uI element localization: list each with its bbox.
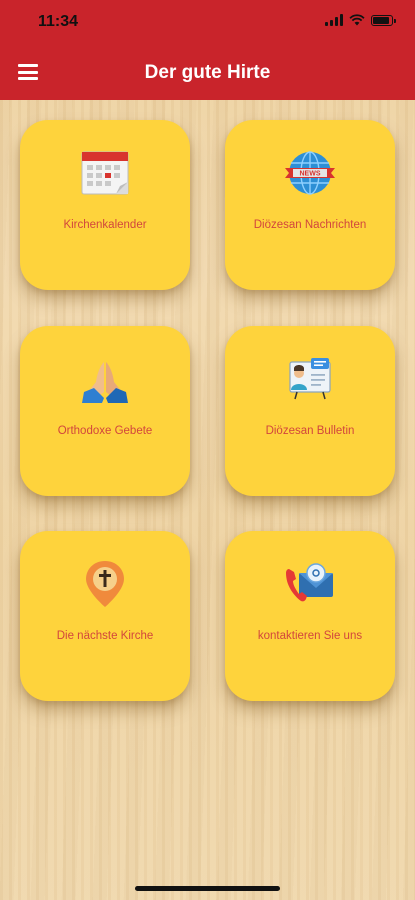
battery-level bbox=[373, 16, 389, 24]
svg-text:NEWS: NEWS bbox=[300, 171, 321, 178]
tile-label: Diözesan Bulletin bbox=[265, 425, 355, 437]
app-header: 11:34 Der gute Hirte bbox=[0, 0, 415, 100]
status-bar: 11:34 bbox=[0, 0, 415, 44]
contact-phone-mail-icon bbox=[286, 563, 333, 602]
news-globe-icon: NEWS bbox=[285, 151, 335, 195]
tile-kontaktieren-sie-uns[interactable]: kontaktieren Sie uns bbox=[225, 531, 395, 701]
battery-icon bbox=[371, 14, 396, 26]
tile-orthodoxe-gebete[interactable]: Orthodoxe Gebete bbox=[20, 326, 190, 496]
praying-hands-icon bbox=[82, 362, 128, 403]
status-time: 11:34 bbox=[38, 13, 79, 30]
tile-label: Kirchenkalender bbox=[63, 219, 147, 231]
calendar-icon bbox=[81, 151, 129, 195]
tile-label: Orthodoxe Gebete bbox=[57, 425, 153, 437]
tile-die-naechste-kirche[interactable]: Die nächste Kirche bbox=[20, 531, 190, 701]
tile-kirchenkalender[interactable]: Kirchenkalender bbox=[20, 120, 190, 290]
tile-dioezesan-nachrichten[interactable]: NEWS Diözesan Nachrichten bbox=[225, 120, 395, 290]
church-location-pin-icon bbox=[86, 561, 124, 607]
tile-label: Diözesan Nachrichten bbox=[253, 219, 367, 231]
tile-dioezesan-bulletin[interactable]: Diözesan Bulletin bbox=[225, 326, 395, 496]
page-title: Der gute Hirte bbox=[144, 62, 271, 83]
tile-label: Die nächste Kirche bbox=[56, 630, 154, 642]
bulletin-board-icon bbox=[289, 358, 331, 400]
tile-label: kontaktieren Sie uns bbox=[257, 630, 363, 642]
home-indicator[interactable] bbox=[135, 886, 280, 891]
status-icons bbox=[325, 14, 396, 26]
cellular-signal-icon bbox=[325, 14, 343, 26]
wifi-icon bbox=[349, 14, 365, 26]
